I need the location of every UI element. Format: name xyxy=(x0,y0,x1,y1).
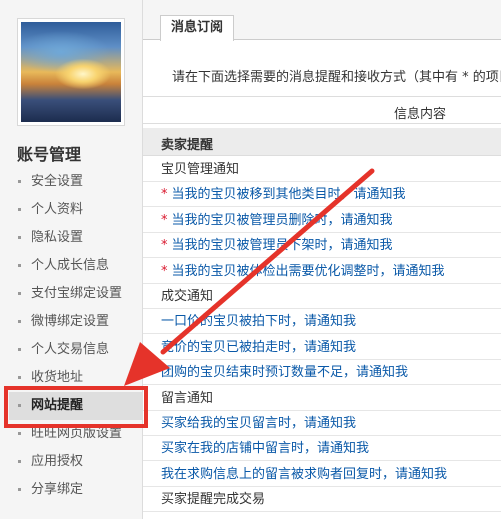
notification-option-link[interactable]: 当我的宝贝被体检出需要优化调整时，请通知我 xyxy=(172,264,445,279)
intro-text: 请在下面选择需要的消息提醒和接收方式（其中有 * 的项目至 xyxy=(172,70,501,85)
category-label: 留言通知 xyxy=(161,390,214,406)
notification-option-link[interactable]: 一口价的宝贝被拍下时，请通知我 xyxy=(161,314,356,329)
category-row: 宝贝管理通知 xyxy=(143,157,501,182)
notification-option-row[interactable]: 团购的宝贝结束时预订数量不足，请通知我 xyxy=(143,360,501,386)
notification-option-row[interactable]: * 当我的宝贝被移到其他类目时，请通知我 xyxy=(143,182,501,208)
sidebar-item-4[interactable]: 支付宝绑定设置 xyxy=(17,280,143,308)
category-label: 宝贝管理通知 xyxy=(161,162,240,177)
bullet-icon xyxy=(18,376,21,379)
sidebar-item-label: 个人资料 xyxy=(31,202,84,217)
annotation-highlight-box xyxy=(4,386,148,428)
sidebar-item-5[interactable]: 微博绑定设置 xyxy=(17,308,143,336)
sidebar-item-2[interactable]: 隐私设置 xyxy=(17,224,143,252)
notification-option-link[interactable]: 买家给我的宝贝留言时，请通知我 xyxy=(161,416,356,431)
sidebar-item-3[interactable]: 个人成长信息 xyxy=(17,252,143,280)
notification-option-row[interactable]: 买家给我的宝贝留言时，请通知我 xyxy=(143,411,501,436)
bullet-icon xyxy=(18,236,21,239)
notification-option-row[interactable]: 买家在我的店铺中留言时，请通知我 xyxy=(143,436,501,462)
sidebar-item-label: 隐私设置 xyxy=(31,230,84,245)
bullet-icon xyxy=(18,264,21,267)
sidebar-section-title: 账号管理 xyxy=(17,145,82,164)
bullet-icon xyxy=(18,208,21,211)
notification-option-row[interactable]: 一口价的宝贝被拍下时，请通知我 xyxy=(143,309,501,335)
bullet-icon xyxy=(18,292,21,295)
notification-option-row[interactable]: * 当我的宝贝被管理员下架时，请通知我 xyxy=(143,233,501,259)
notification-option-row[interactable]: * 当我的宝贝被管理员删除时，请通知我 xyxy=(143,208,501,233)
notification-option-link[interactable]: 团购的宝贝结束时预订数量不足，请通知我 xyxy=(161,365,408,380)
category-row: 成交通知 xyxy=(143,284,501,309)
bullet-icon xyxy=(18,488,21,491)
notification-option-row[interactable]: 我在求购信息上的留言被求购者回复时，请通知我 xyxy=(143,462,501,487)
sidebar-item-label: 微博绑定设置 xyxy=(31,314,110,329)
sidebar-item-label: 个人交易信息 xyxy=(31,342,110,357)
column-header-info: 信息内容 xyxy=(394,107,447,122)
sidebar-item-0[interactable]: 安全设置 xyxy=(17,168,143,196)
bullet-icon xyxy=(18,348,21,351)
required-star: * xyxy=(161,238,168,254)
sidebar-item-label: 应用授权 xyxy=(31,454,84,469)
sidebar-menu: 安全设置个人资料隐私设置个人成长信息 支付宝绑定设置 微博绑定设置 个人交易信息 收货地… xyxy=(9,168,149,504)
bullet-icon xyxy=(18,180,21,183)
required-star: * xyxy=(161,187,168,203)
sidebar-item-label: 个人成长信息 xyxy=(31,258,110,273)
sidebar-item-label: 支付宝绑定设置 xyxy=(31,286,123,301)
bullet-icon xyxy=(18,320,21,323)
bullet-icon xyxy=(18,432,21,435)
tab-message-subscription[interactable]: 消息订阅 xyxy=(160,15,234,41)
notification-option-link[interactable]: 我在求购信息上的留言被求购者回复时，请通知我 xyxy=(161,467,447,482)
avatar-frame xyxy=(17,18,125,126)
notification-option-link[interactable]: 当我的宝贝被管理员下架时，请通知我 xyxy=(172,238,393,253)
notification-option-row[interactable]: * 当我的宝贝被体检出需要优化调整时，请通知我 xyxy=(143,259,501,284)
tab-bar: 消息订阅 xyxy=(143,0,501,41)
sidebar-item-label: 旺旺网页版设置 xyxy=(31,426,123,441)
account-sidebar: 账号管理 安全设置个人资料隐私设置个人成长信息 支付宝绑定设置 微博绑定设置 个人交易… xyxy=(0,0,149,519)
notification-option-row[interactable]: 竞价的宝贝已被拍走时，请通知我 xyxy=(143,335,501,360)
required-star: * xyxy=(161,263,168,279)
group-title-label: 卖家提醒 xyxy=(161,138,214,153)
bullet-icon xyxy=(18,460,21,463)
table-header: 信息内容 xyxy=(143,96,501,124)
avatar[interactable] xyxy=(21,22,121,122)
sidebar-item-label: 安全设置 xyxy=(31,174,84,189)
sidebar-item-label: 收货地址 xyxy=(31,370,84,385)
sidebar-item-6[interactable]: 个人交易信息 xyxy=(17,336,143,364)
notification-option-link[interactable]: 竞价的宝贝已被拍走时，请通知我 xyxy=(161,340,356,355)
category-label: 成交通知 xyxy=(161,289,214,304)
group-title-seller: 卖家提醒 xyxy=(143,128,501,156)
required-star: * xyxy=(161,212,168,228)
main-content: 消息订阅 请在下面选择需要的消息提醒和接收方式（其中有 * 的项目至 信息内容 … xyxy=(143,0,501,519)
notification-option-link[interactable]: 当我的宝贝被移到其他类目时，请通知我 xyxy=(172,187,406,202)
notification-option-link[interactable]: 当我的宝贝被管理员删除时，请通知我 xyxy=(172,213,393,228)
category-label: 买家提醒完成交易 xyxy=(161,492,266,508)
sidebar-item-1[interactable]: 个人资料 xyxy=(17,196,143,224)
sidebar-item-10[interactable]: 应用授权 xyxy=(17,448,143,476)
category-row: 留言通知 xyxy=(143,386,501,411)
sidebar-item-11[interactable]: 分享绑定 xyxy=(17,476,143,504)
sidebar-item-label: 分享绑定 xyxy=(31,482,84,497)
category-row: 买家提醒完成交易 xyxy=(143,487,501,513)
notification-option-link[interactable]: 买家在我的店铺中留言时，请通知我 xyxy=(161,441,369,456)
